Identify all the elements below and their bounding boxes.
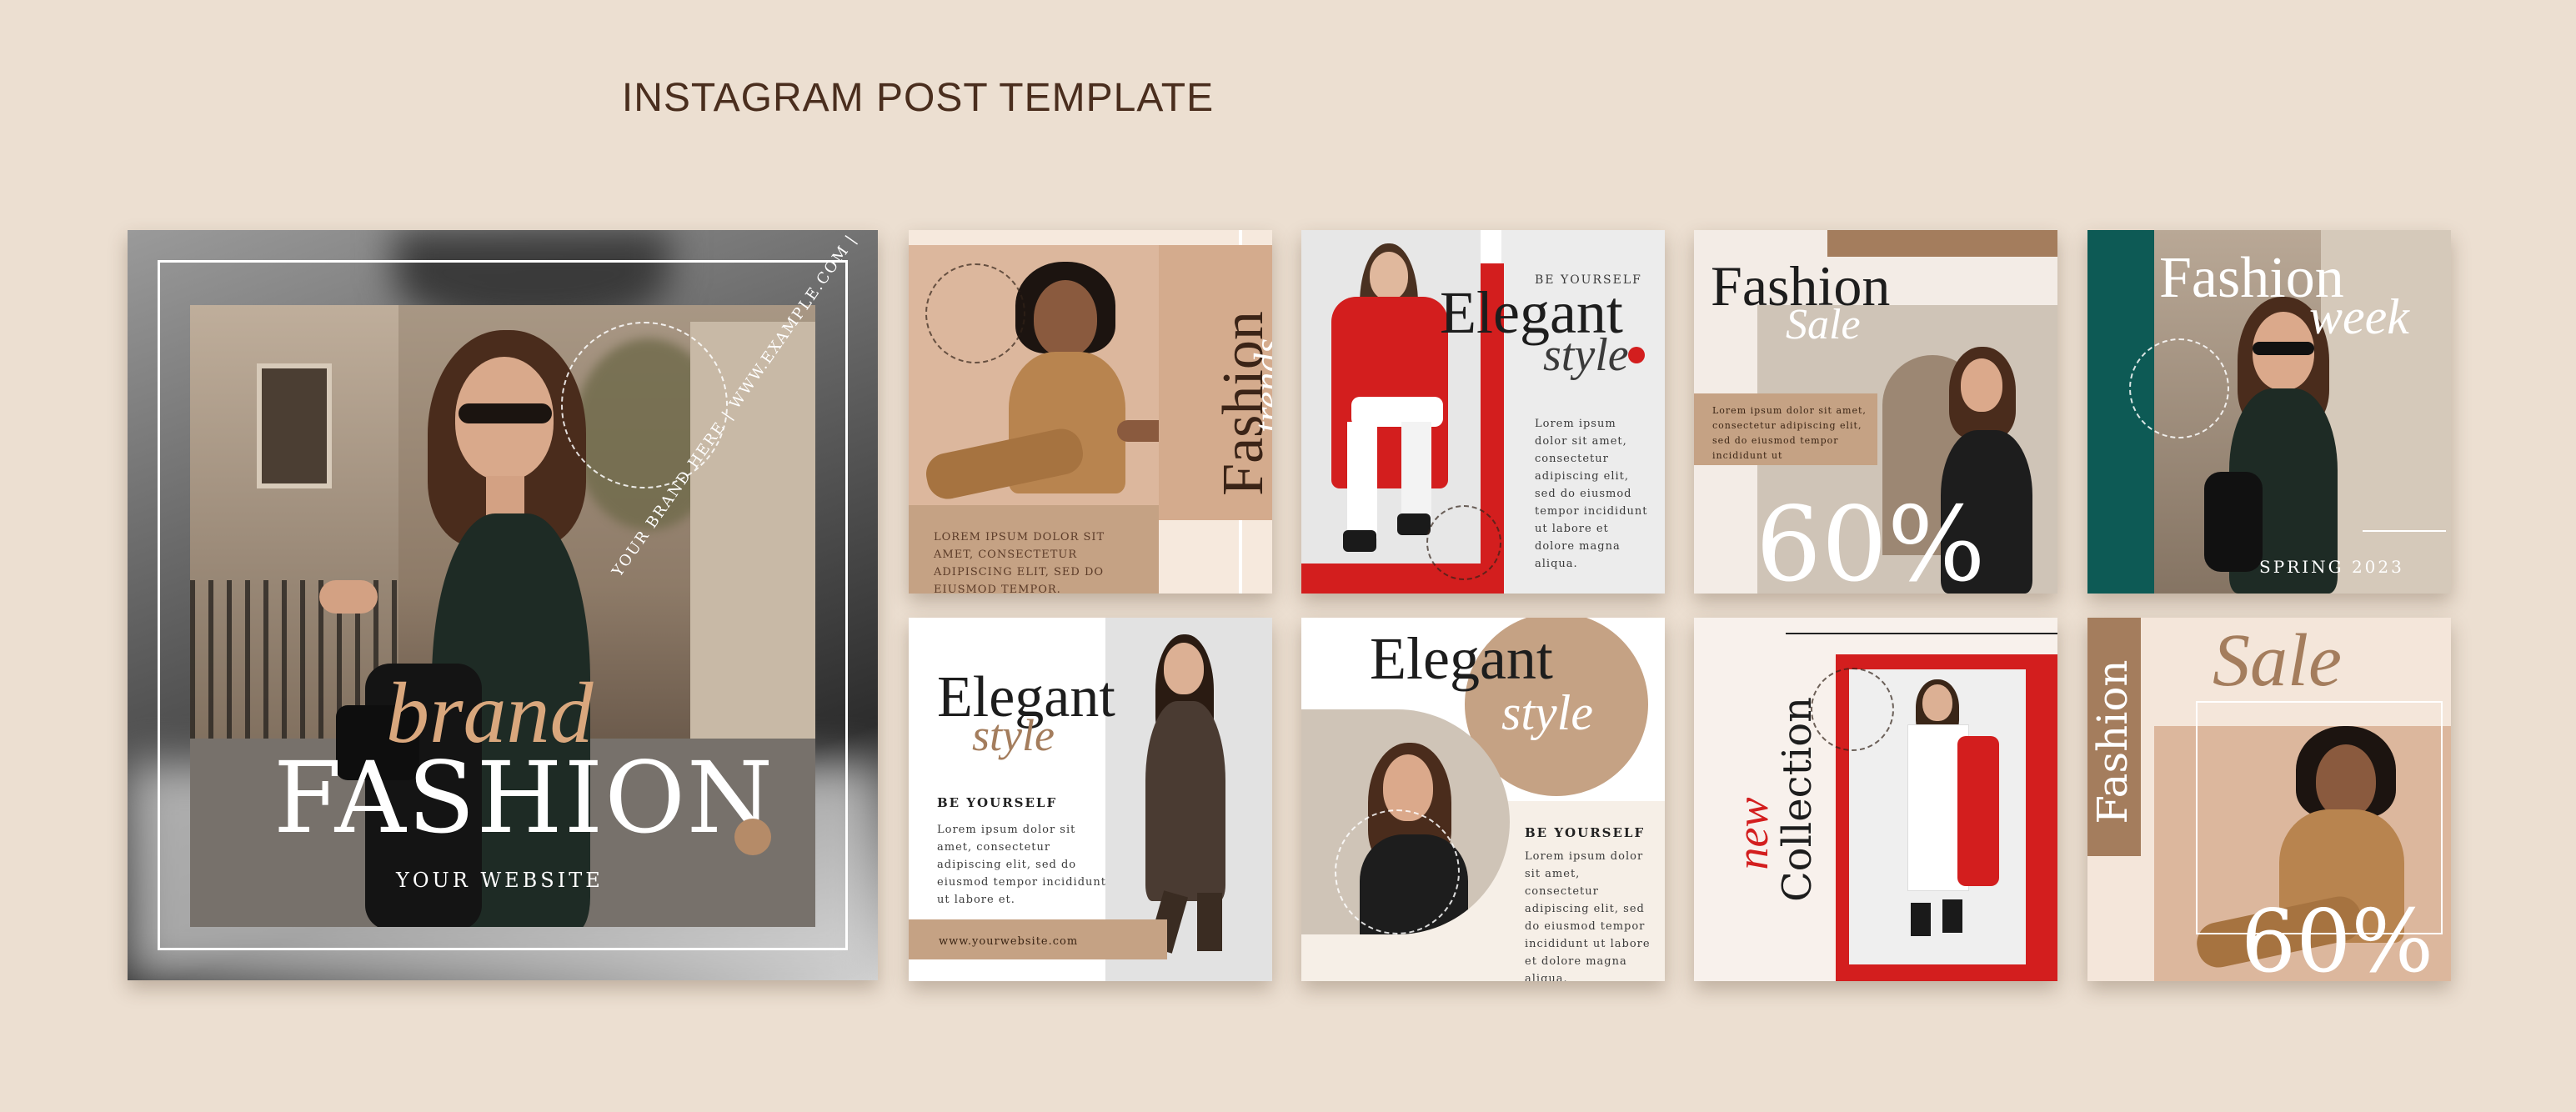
post-large[interactable]: YOUR BRAND HERE | WWW.EXAMPLE.COM | bran… <box>128 230 878 980</box>
post-fashion-week[interactable]: Fashion week SPRING 2023 <box>2087 230 2451 594</box>
red-ring <box>1426 505 1501 580</box>
discount: 60% <box>2241 890 2434 981</box>
trends-body: LOREM IPSUM DOLOR SIT AMET, CONSECTETUR … <box>934 531 1105 594</box>
circle-ring <box>1335 809 1460 934</box>
post-new-collection[interactable]: new Collection <box>1694 618 2057 981</box>
elegant-title: Elegant <box>1370 625 1553 692</box>
sale-script: Sale <box>1786 301 1861 348</box>
elegant-body: Lorem ipsum dolor sit amet, consectetur … <box>1535 418 1648 570</box>
sale-body: Lorem ipsum dolor sit amet, consectetur … <box>1712 405 1867 461</box>
trends-ring <box>925 263 1025 363</box>
spring-footer: SPRING 2023 <box>2259 557 2404 577</box>
kicker: BE YOURSELF <box>937 795 1058 810</box>
post-fashion-trends[interactable]: Fashion trends LOREM IPSUM DOLOR SIT AME… <box>909 230 1272 594</box>
post-elegant-circle[interactable]: Elegant style BE YOURSELF Lorem ipsum do… <box>1301 618 1665 981</box>
post-elegant-red[interactable]: BE YOURSELF Elegant style Lorem ipsum do… <box>1301 230 1665 594</box>
style-script: style <box>1543 329 1629 381</box>
sale-script: Sale <box>2213 619 2342 702</box>
website-text: www.yourwebsite.com <box>939 935 1079 948</box>
collection-ring <box>1811 668 1894 751</box>
elegant-body: Lorem ipsum dolor sit amet, consectetur … <box>1525 850 1651 981</box>
discount: 60% <box>1756 485 1986 594</box>
elegant-body: Lorem ipsum dolor sit amet, consectetur … <box>937 824 1106 906</box>
website-text: YOUR WEBSITE <box>396 869 604 892</box>
style-script: style <box>1501 685 1593 740</box>
style-script: style <box>972 710 1055 760</box>
kicker: BE YOURSELF <box>1525 825 1646 840</box>
trends-script: trends <box>1245 338 1273 433</box>
post-fashion-sale[interactable]: Fashion Sale Lorem ipsum dolor sit amet,… <box>1694 230 2057 594</box>
accent-dot <box>734 819 771 855</box>
post-elegant-grey[interactable]: Elegant style BE YOURSELF Lorem ipsum do… <box>909 618 1272 981</box>
fashion-headline: FASHION <box>273 740 775 855</box>
red-dot <box>1628 347 1645 363</box>
page-title: INSTAGRAM POST TEMPLATE <box>621 76 1215 120</box>
week-ring <box>2129 338 2229 438</box>
new-script: new <box>1727 797 1777 870</box>
fashion-vertical: Fashion <box>2088 659 2137 824</box>
week-script: week <box>2309 289 2409 344</box>
post-sale-seated[interactable]: Fashion Sale 60% <box>2087 618 2451 981</box>
